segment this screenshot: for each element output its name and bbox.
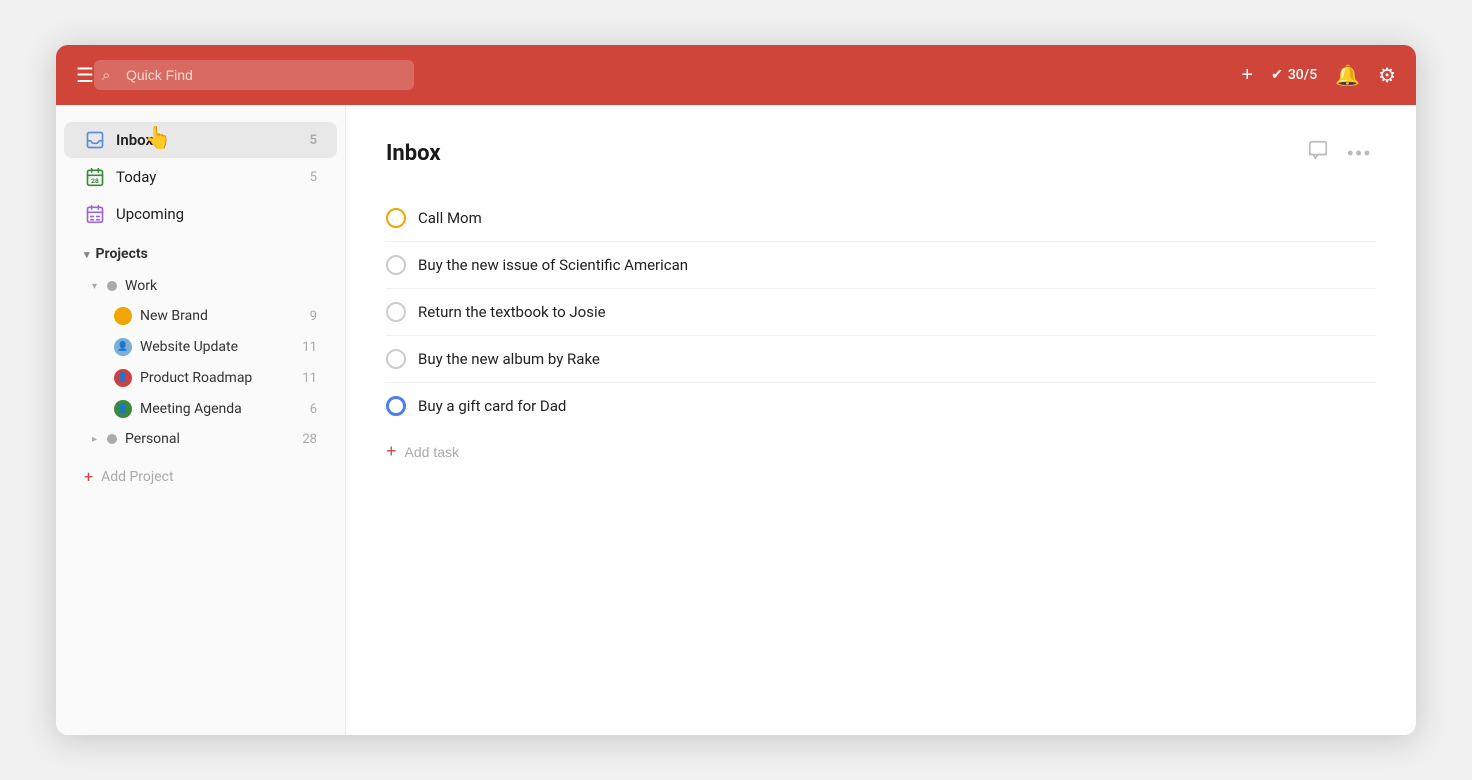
task-label: Call Mom [418,209,482,227]
sidebar-item-new-brand[interactable]: New Brand 9 [64,301,337,331]
sidebar-item-product-roadmap[interactable]: 👤 Product Roadmap 11 [64,363,337,393]
comment-icon [1307,144,1329,166]
sidebar-item-inbox[interactable]: Inbox 5 👆 [64,122,337,158]
new-brand-count: 9 [310,309,317,324]
sidebar-item-work[interactable]: ▾ Work [64,272,337,300]
task-checkbox[interactable] [386,396,406,416]
ellipsis-icon: ••• [1347,143,1372,163]
personal-count: 28 [302,432,317,447]
task-label: Buy a gift card for Dad [418,397,566,415]
notifications-button[interactable]: 🔔 [1335,63,1360,88]
gear-icon: ⚙ [1378,63,1396,88]
website-update-icon: 👤 [114,338,132,356]
task-item[interactable]: Buy a gift card for Dad [386,383,1376,429]
search-input[interactable] [94,60,414,90]
task-item[interactable]: Buy the new album by Rake [386,336,1376,383]
more-options-button[interactable]: ••• [1343,138,1376,169]
inbox-count: 5 [310,133,317,148]
task-item[interactable]: Return the textbook to Josie [386,289,1376,336]
task-label: Buy the new issue of Scientific American [418,256,688,274]
sidebar-item-upcoming[interactable]: Upcoming [64,196,337,232]
menu-icon: ☰ [76,63,94,88]
product-roadmap-icon: 👤 [114,369,132,387]
add-task-label: Add task [405,444,459,460]
task-label: Buy the new album by Rake [418,350,600,368]
upcoming-label: Upcoming [116,205,307,223]
product-roadmap-count: 11 [302,371,317,386]
main-content: Inbox ••• [346,105,1416,735]
personal-dot [107,434,117,444]
new-brand-label: New Brand [140,308,302,324]
chevron-personal-icon: ▸ [92,434,97,445]
search-container: ⌕ [94,60,414,90]
add-task-plus-icon: + [386,441,397,462]
projects-section-header[interactable]: ▾ Projects [64,238,337,270]
task-label: Return the textbook to Josie [418,303,606,321]
karma-checkmark-icon: ✔ [1271,67,1283,83]
add-project-plus-icon: + [84,467,93,486]
today-label: Today [116,168,300,186]
settings-button[interactable]: ⚙ [1378,63,1396,88]
svg-text:28: 28 [91,177,99,185]
add-project-button[interactable]: + Add Project [64,459,337,494]
meeting-agenda-icon: 👤 [114,400,132,418]
upcoming-icon [84,203,106,225]
inbox-icon [84,129,106,151]
comment-button[interactable] [1303,135,1333,171]
karma-score: ✔ 30/5 [1271,67,1317,83]
add-task-header-button[interactable]: + [1241,64,1253,87]
app-header: ☰ ⌕ + ✔ 30/5 🔔 ⚙ [56,45,1416,105]
projects-label: Projects [96,246,148,262]
product-roadmap-label: Product Roadmap [140,370,294,386]
website-update-count: 11 [302,340,317,355]
meeting-agenda-count: 6 [310,402,317,417]
meeting-agenda-label: Meeting Agenda [140,401,302,417]
task-checkbox[interactable] [386,349,406,369]
new-brand-dot [114,307,132,325]
menu-button[interactable]: ☰ [76,63,94,88]
sidebar-item-personal[interactable]: ▸ Personal 28 [64,425,337,453]
task-checkbox[interactable] [386,208,406,228]
add-project-label: Add Project [101,469,174,485]
content-header: Inbox ••• [386,135,1376,171]
sidebar-item-meeting-agenda[interactable]: 👤 Meeting Agenda 6 [64,394,337,424]
sidebar: Inbox 5 👆 28 Today 5 [56,105,346,735]
task-item[interactable]: Call Mom [386,195,1376,242]
chevron-work-icon: ▾ [92,281,97,292]
bell-icon: 🔔 [1335,63,1360,88]
inbox-label: Inbox [116,131,300,149]
work-label: Work [125,278,317,294]
plus-icon: + [1241,64,1253,87]
task-checkbox[interactable] [386,302,406,322]
sidebar-item-website-update[interactable]: 👤 Website Update 11 [64,332,337,362]
work-dot [107,281,117,291]
task-item[interactable]: Buy the new issue of Scientific American [386,242,1376,289]
today-count: 5 [310,170,317,185]
add-task-button[interactable]: + Add task [386,429,1376,474]
task-list: Call Mom Buy the new issue of Scientific… [386,195,1376,429]
chevron-down-icon: ▾ [84,248,90,261]
content-header-actions: ••• [1303,135,1376,171]
main-layout: Inbox 5 👆 28 Today 5 [56,105,1416,735]
sidebar-item-today[interactable]: 28 Today 5 [64,159,337,195]
website-update-label: Website Update [140,339,294,355]
calendar-icon: 28 [84,166,106,188]
header-right: + ✔ 30/5 🔔 ⚙ [1241,63,1396,88]
personal-label: Personal [125,431,294,447]
task-checkbox[interactable] [386,255,406,275]
page-title: Inbox [386,141,1303,166]
